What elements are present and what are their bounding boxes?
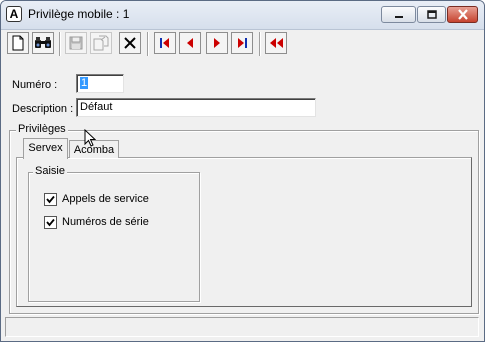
- maximize-icon: [418, 7, 445, 22]
- minimize-icon: [382, 7, 415, 22]
- status-bar: [5, 317, 479, 337]
- rewind-icon: [270, 38, 283, 48]
- saisie-group-label: Saisie: [33, 165, 67, 177]
- checkmark-icon: [46, 195, 55, 204]
- previous-record-icon: [187, 38, 193, 48]
- next-record-icon: [214, 38, 220, 48]
- description-field[interactable]: Défaut: [76, 98, 316, 117]
- delete-button[interactable]: [119, 32, 141, 54]
- last-record-button[interactable]: [231, 32, 253, 54]
- app-logo-icon[interactable]: A: [6, 6, 22, 22]
- title-bar[interactable]: A Privilège mobile : 1: [1, 1, 484, 30]
- maximize-button[interactable]: [417, 6, 446, 23]
- copy-button[interactable]: [90, 32, 112, 54]
- search-button[interactable]: [32, 32, 54, 54]
- mouse-cursor-icon: [84, 129, 96, 147]
- description-value: Défaut: [80, 101, 113, 113]
- toolbar-separator: [59, 32, 61, 56]
- toolbar-separator: [259, 32, 261, 56]
- numeros-de-serie-checkbox[interactable]: [44, 216, 57, 229]
- close-button[interactable]: [447, 6, 478, 23]
- saisie-group: [28, 172, 200, 302]
- window-title: Privilège mobile : 1: [28, 7, 130, 21]
- numero-value: 1: [80, 77, 89, 89]
- tab-servex[interactable]: Servex: [23, 138, 68, 159]
- numero-label: Numéro :: [12, 79, 58, 91]
- last-record-icon: [238, 38, 247, 48]
- numero-field[interactable]: 1: [76, 74, 124, 93]
- rewind-button[interactable]: [265, 32, 287, 54]
- appels-de-service-checkbox[interactable]: [44, 193, 57, 206]
- numeros-de-serie-label[interactable]: Numéros de série: [62, 216, 149, 228]
- description-label: Description :: [12, 103, 74, 115]
- copy-icon: [93, 35, 109, 51]
- next-record-button[interactable]: [206, 32, 228, 54]
- search-icon: [35, 37, 51, 48]
- new-button[interactable]: [7, 32, 29, 54]
- application-window: A Privilège mobile : 1 Numéro: 1 Descri…: [0, 0, 485, 342]
- new-icon: [12, 35, 24, 51]
- appels-de-service-label[interactable]: Appels de service: [62, 193, 149, 205]
- save-button[interactable]: [65, 32, 87, 54]
- checkmark-icon: [46, 218, 55, 227]
- privileges-group-label: Privilèges: [16, 123, 68, 135]
- tab-servex-label: Servex: [28, 142, 63, 154]
- save-icon: [69, 36, 83, 50]
- toolbar-separator: [147, 32, 149, 56]
- first-record-icon: [160, 38, 169, 48]
- previous-record-button[interactable]: [179, 32, 201, 54]
- close-icon: [448, 7, 477, 22]
- minimize-button[interactable]: [381, 6, 416, 23]
- delete-icon: [124, 37, 136, 49]
- toolbar: [1, 30, 484, 60]
- first-record-button[interactable]: [154, 32, 176, 54]
